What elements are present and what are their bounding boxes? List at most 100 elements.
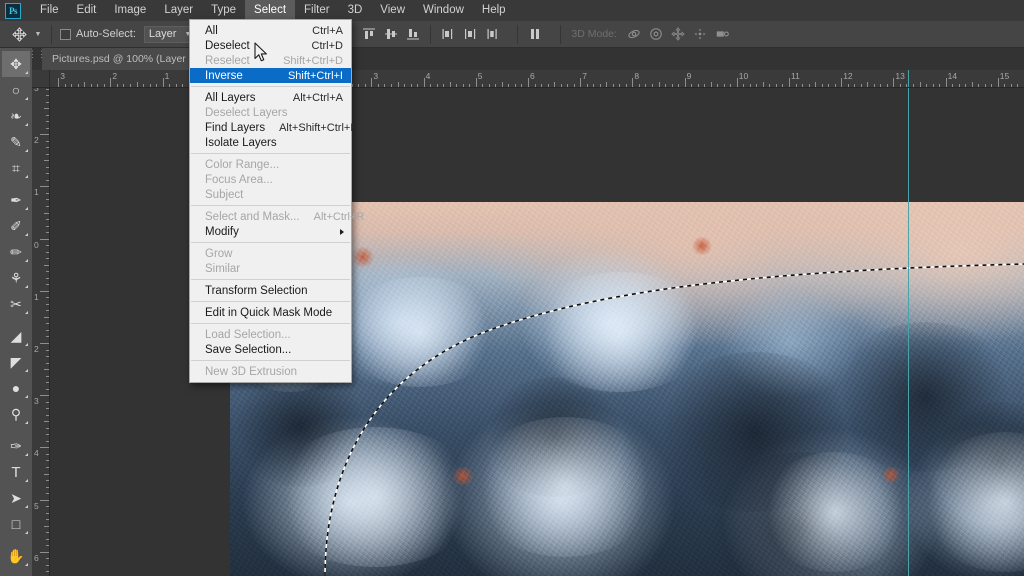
scale-3d-icon[interactable] — [711, 24, 733, 44]
slide-3d-icon[interactable] — [689, 24, 711, 44]
menu-item-all-layers[interactable]: All LayersAlt+Ctrl+A — [190, 90, 351, 105]
menu-item-inverse[interactable]: InverseShift+Ctrl+I — [190, 68, 351, 83]
menu-item-label: Modify — [205, 226, 343, 238]
menu-separator — [191, 242, 350, 243]
move-tool-icon[interactable]: ✥ — [2, 51, 30, 77]
hand-tool-icon[interactable]: ✋ — [2, 543, 30, 569]
lasso-tool-icon[interactable]: ❧ — [2, 103, 30, 129]
distribute-left-icon[interactable] — [437, 24, 459, 44]
menu-select[interactable]: Select — [245, 0, 295, 21]
menu-item-label: Subject — [205, 189, 343, 201]
ruler-minor-tick — [46, 428, 49, 429]
blur-tool-icon[interactable]: ● — [2, 375, 30, 401]
gradient-tool-icon[interactable]: ◤ — [2, 349, 30, 375]
crop-tool-icon[interactable]: ⌗ — [2, 155, 30, 181]
ruler-label: 8 — [634, 72, 639, 81]
ruler-minor-tick — [515, 84, 516, 87]
ruler-minor-tick — [44, 317, 49, 318]
ruler-minor-tick — [952, 84, 953, 87]
vertical-ruler[interactable]: 3210123456 — [32, 88, 50, 576]
clone-stamp-tool-icon[interactable]: ⚘ — [2, 265, 30, 291]
distribute-right-icon[interactable] — [481, 24, 503, 44]
dodge-tool-icon[interactable]: ⚲ — [2, 401, 30, 427]
zoom-tool-icon[interactable]: ⚲ — [2, 569, 30, 576]
quick-selection-tool-icon[interactable]: ✎ — [2, 129, 30, 155]
ruler-minor-tick — [46, 310, 49, 311]
ruler-minor-tick — [1011, 84, 1012, 87]
menu-separator — [191, 86, 350, 87]
align-top-edges-icon[interactable] — [358, 24, 380, 44]
ruler-minor-tick — [104, 84, 105, 87]
orbit-3d-icon[interactable] — [623, 24, 645, 44]
tool-preset-chevron-down-icon[interactable]: ▼ — [31, 31, 45, 38]
ruler-minor-tick — [169, 84, 170, 87]
ruler-minor-tick — [796, 84, 797, 87]
menu-item-transform-selection[interactable]: Transform Selection — [190, 283, 351, 298]
ruler-label: 6 — [530, 72, 535, 81]
ruler-minor-tick — [482, 84, 483, 87]
align-bottom-edges-icon[interactable] — [402, 24, 424, 44]
rectangle-tool-icon[interactable]: □ — [2, 511, 30, 537]
menu-edit[interactable]: Edit — [68, 0, 106, 21]
menu-layer[interactable]: Layer — [155, 0, 202, 21]
horizontal-type-tool-icon[interactable]: T — [2, 459, 30, 485]
menu-item-find-layers[interactable]: Find LayersAlt+Shift+Ctrl+F — [190, 120, 351, 135]
tools-panel[interactable]: ✥○❧✎⌗✒✐✏⚘✂◢◤●⚲✑T➤□✋⚲•••⇄ — [0, 48, 32, 576]
ruler-minor-tick — [91, 84, 92, 87]
path-selection-tool-icon[interactable]: ➤ — [2, 485, 30, 511]
ruler-minor-tick — [404, 84, 405, 87]
auto-select-label: Auto-Select: — [76, 28, 136, 40]
ruler-label: 4 — [426, 72, 431, 81]
roll-3d-icon[interactable] — [645, 24, 667, 44]
auto-select-group[interactable]: Auto-Select: — [60, 28, 136, 40]
ruler-minor-tick — [182, 84, 183, 87]
ruler-minor-tick — [502, 82, 503, 87]
menu-item-deselect[interactable]: DeselectCtrl+D — [190, 38, 351, 53]
menu-item-save-selection[interactable]: Save Selection... — [190, 342, 351, 357]
menu-3d[interactable]: 3D — [339, 0, 372, 21]
ruler-minor-tick — [574, 84, 575, 87]
align-vertical-centers-icon[interactable] — [380, 24, 402, 44]
ruler-minor-tick — [46, 219, 49, 220]
tab-bar-grip[interactable]: ⋮⋮ — [32, 48, 42, 70]
ruler-major-tick — [476, 78, 477, 87]
options-separator — [51, 25, 52, 44]
history-brush-tool-icon[interactable]: ✂ — [2, 291, 30, 317]
pen-tool-icon[interactable]: ✑ — [2, 433, 30, 459]
menu-window[interactable]: Window — [414, 0, 473, 21]
drag-3d-icon[interactable] — [667, 24, 689, 44]
menu-filter[interactable]: Filter — [295, 0, 339, 21]
distribute-spacing-icon[interactable] — [524, 24, 546, 44]
ruler-minor-tick — [920, 82, 921, 87]
ruler-origin-corner[interactable] — [32, 70, 50, 88]
auto-select-checkbox[interactable] — [60, 29, 71, 40]
menu-view[interactable]: View — [371, 0, 414, 21]
ruler-minor-tick — [606, 82, 607, 87]
ruler-minor-tick — [939, 84, 940, 87]
vertical-guide[interactable] — [908, 88, 909, 576]
menu-item-edit-in-quick-mask-mode[interactable]: Edit in Quick Mask Mode — [190, 305, 351, 320]
menu-item-select-and-mask: Select and Mask...Alt+Ctrl+R — [190, 209, 351, 224]
menu-item-shortcut: Alt+Ctrl+R — [300, 211, 365, 223]
brush-tool-icon[interactable]: ✏ — [2, 239, 30, 265]
eraser-tool-icon[interactable]: ◢ — [2, 323, 30, 349]
ruler-minor-tick — [46, 493, 49, 494]
menu-item-all[interactable]: AllCtrl+A — [190, 23, 351, 38]
menu-image[interactable]: Image — [105, 0, 155, 21]
menu-help[interactable]: Help — [473, 0, 515, 21]
menu-item-label: Find Layers — [205, 122, 265, 134]
menu-item-isolate-layers[interactable]: Isolate Layers — [190, 135, 351, 150]
menu-item-label: Deselect — [205, 40, 298, 52]
menu-type[interactable]: Type — [202, 0, 245, 21]
distribute-center-icon[interactable] — [459, 24, 481, 44]
menu-file[interactable]: File — [31, 0, 68, 21]
ruler-minor-tick — [46, 356, 49, 357]
select-menu-dropdown[interactable]: AllCtrl+ADeselectCtrl+DReselectShift+Ctr… — [189, 19, 352, 383]
move-tool-icon[interactable] — [7, 22, 31, 46]
ruler-minor-tick — [44, 526, 49, 527]
elliptical-marquee-tool-icon[interactable]: ○ — [2, 77, 30, 103]
eyedropper-tool-icon[interactable]: ✒ — [2, 187, 30, 213]
spot-healing-brush-tool-icon[interactable]: ✐ — [2, 213, 30, 239]
menu-item-modify[interactable]: Modify — [190, 224, 351, 239]
ruler-major-tick — [40, 500, 49, 501]
